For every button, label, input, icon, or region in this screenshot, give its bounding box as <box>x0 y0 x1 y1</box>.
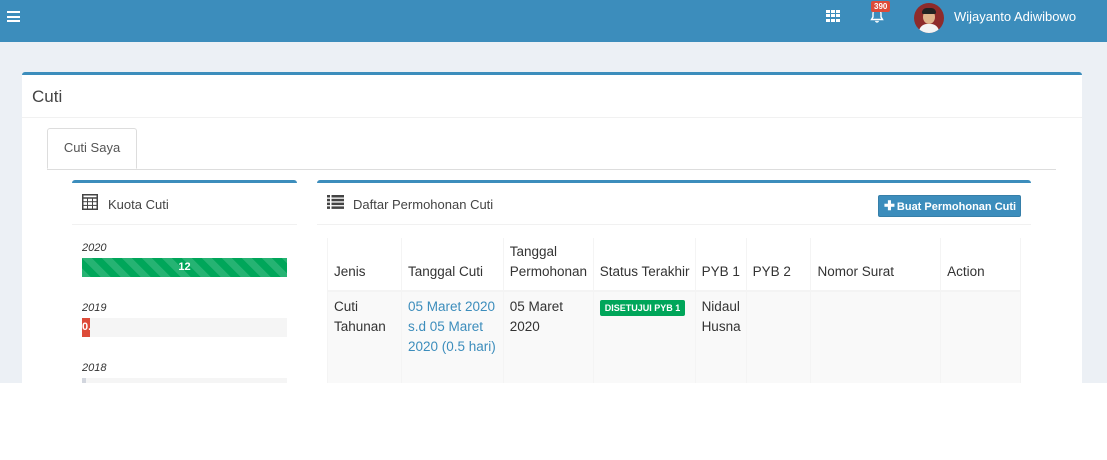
top-navbar: 390 Wijayanto Adiwibowo <box>0 0 1107 42</box>
cell-tanggal-permohonan: 05 Maret 2020 <box>503 291 594 383</box>
tab-divider <box>47 169 1056 170</box>
daftar-permohonan-panel: Daftar Permohonan Cuti ✚ Buat Permohonan … <box>317 180 1031 383</box>
table-header-row: Jenis Tanggal Cuti Tanggal Permohonan St… <box>327 238 1021 292</box>
daftar-panel-header: Daftar Permohonan Cuti ✚ Buat Permohonan … <box>317 183 1031 225</box>
column-header-status-terakhir[interactable]: Status Terakhir <box>593 238 696 292</box>
app-viewport: 390 Wijayanto Adiwibowo Cuti Cuti Saya K… <box>0 0 1107 383</box>
quota-fill-2020: 12 <box>82 258 287 277</box>
cuti-box: Cuti Cuti Saya Kuota Cuti 2020 12 2019 0… <box>22 72 1082 383</box>
box-divider <box>22 117 1082 118</box>
year-label-2018: 2018 <box>82 362 107 374</box>
notification-count-badge: 390 <box>871 1 891 12</box>
cell-tanggal-cuti: 05 Maret 2020 s.d 05 Maret 2020 (0.5 har… <box>401 291 504 383</box>
column-header-pyb1[interactable]: PYB 1 <box>695 238 747 292</box>
status-badge: DISETUJUI PYB 1 <box>599 300 686 316</box>
year-label-2020: 2020 <box>82 242 107 254</box>
cell-action[interactable] <box>940 291 1021 383</box>
notifications-button[interactable]: 390 <box>866 0 896 42</box>
buat-permohonan-button[interactable]: ✚ Buat Permohonan Cuti <box>878 195 1021 217</box>
kuota-panel-header: Kuota Cuti <box>72 183 297 225</box>
sidebar-toggle-icon[interactable] <box>7 11 20 22</box>
column-header-nomor-surat[interactable]: Nomor Surat <box>810 238 942 292</box>
daftar-panel-title: Daftar Permohonan Cuti <box>353 197 494 212</box>
permohonan-table: Jenis Tanggal Cuti Tanggal Permohonan St… <box>327 238 1021 383</box>
tab-cuti-saya[interactable]: Cuti Saya <box>47 128 137 169</box>
year-label-2019: 2019 <box>82 302 107 314</box>
tanggal-cuti-link[interactable]: 05 Maret 2020 s.d 05 Maret 2020 (0.5 har… <box>408 299 496 354</box>
kuota-panel-title: Kuota Cuti <box>108 197 169 212</box>
list-icon <box>327 195 344 209</box>
user-name[interactable]: Wijayanto Adiwibowo <box>954 9 1076 24</box>
buat-permohonan-label: Buat Permohonan Cuti <box>896 201 1017 213</box>
quota-bar-2018 <box>82 378 287 383</box>
calendar-icon <box>82 194 98 210</box>
quota-fill-2018 <box>82 378 87 383</box>
quota-bar-2020: 12 <box>82 258 287 277</box>
cell-pyb2 <box>746 291 812 383</box>
user-avatar[interactable] <box>914 3 944 33</box>
plus-icon: ✚ <box>884 198 895 213</box>
column-header-jenis[interactable]: Jenis <box>327 238 402 292</box>
column-header-action[interactable]: Action <box>940 238 1021 292</box>
kuota-cuti-panel: Kuota Cuti 2020 12 2019 0.5 2018 <box>72 180 297 383</box>
cell-nomor-surat <box>810 291 942 383</box>
cell-pyb1: Nidaul Husna <box>695 291 747 383</box>
page-title: Cuti <box>32 87 63 106</box>
table-row: Cuti Tahunan 05 Maret 2020 s.d 05 Maret … <box>327 291 1021 383</box>
quota-bar-2019: 0.5 <box>82 318 287 337</box>
column-header-tanggal-permohonan[interactable]: Tanggal Permohonan <box>503 238 594 292</box>
quota-fill-2019: 0.5 <box>82 318 91 337</box>
apps-grid-icon[interactable] <box>826 10 840 22</box>
column-header-tanggal-cuti[interactable]: Tanggal Cuti <box>401 238 504 292</box>
column-header-pyb2[interactable]: PYB 2 <box>746 238 812 292</box>
cell-jenis: Cuti Tahunan <box>327 291 402 383</box>
cell-status: DISETUJUI PYB 1 <box>593 291 696 383</box>
